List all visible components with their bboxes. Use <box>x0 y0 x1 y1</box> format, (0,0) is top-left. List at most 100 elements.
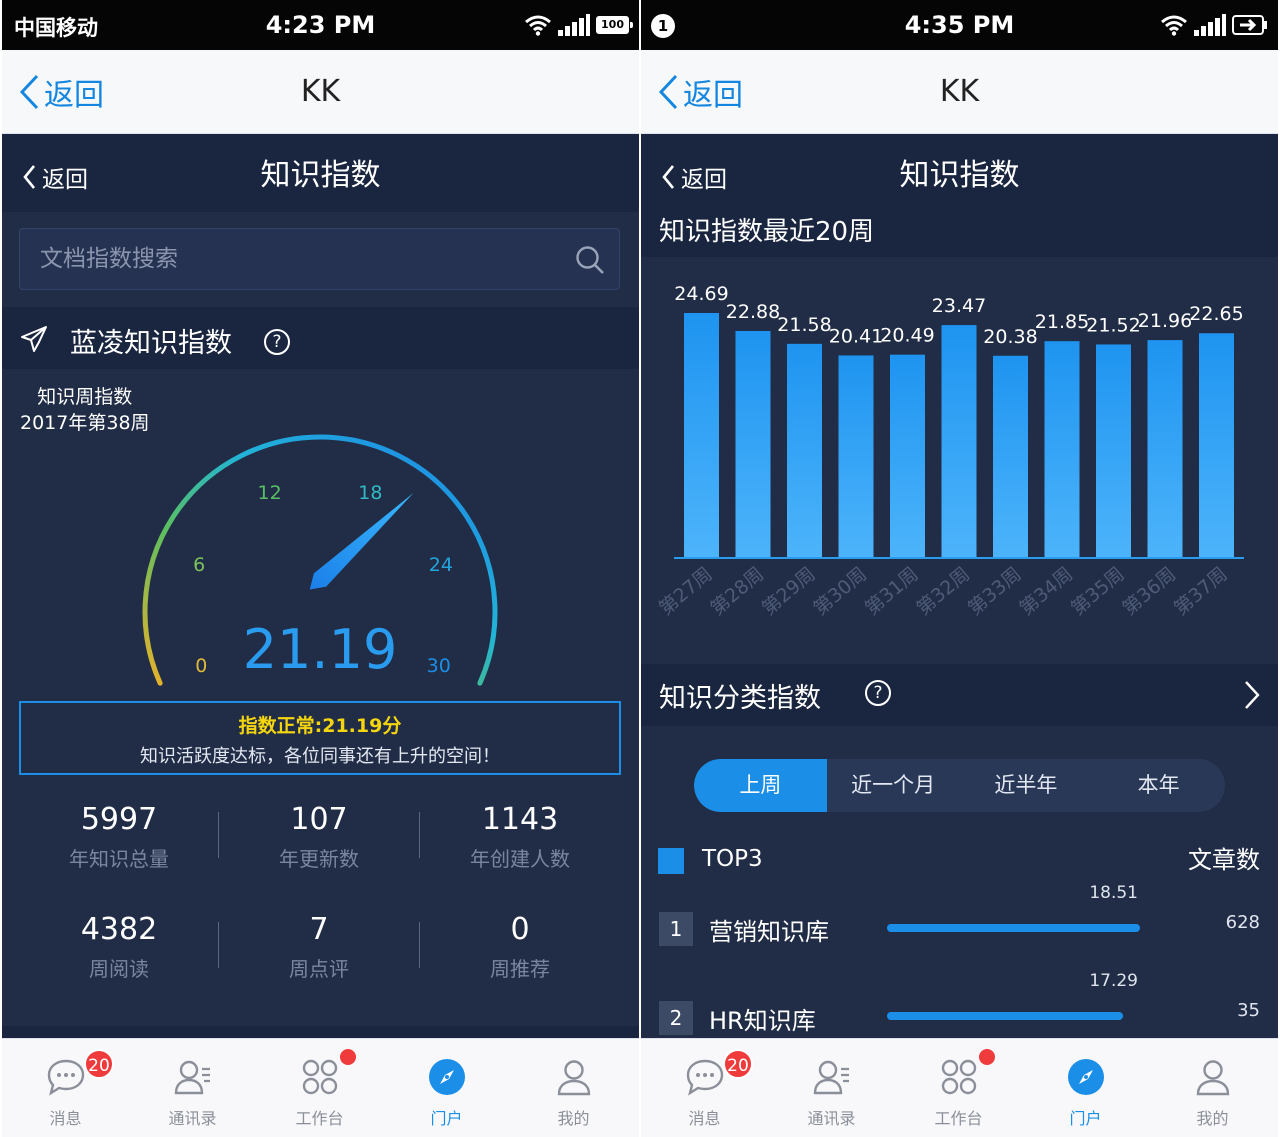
bar-value-label: 22.65 <box>1189 303 1243 325</box>
period-last-month[interactable]: 近一个月 <box>827 759 960 812</box>
gauge-tick-label: 6 <box>193 554 205 576</box>
stat-week-reads: 4382 周阅读 <box>19 912 219 982</box>
bar-value-label: 21.58 <box>777 314 831 336</box>
tab-contacts[interactable]: 通讯录 <box>768 1039 895 1137</box>
tab-profile[interactable]: 我的 <box>1149 1039 1276 1137</box>
rank-name[interactable]: 营销知识库 <box>709 912 829 947</box>
period-half-year[interactable]: 近半年 <box>960 759 1093 812</box>
bar-value-label: 20.41 <box>829 325 883 347</box>
tab-label: 我的 <box>1196 1109 1229 1128</box>
rank-score-bar <box>887 1012 1124 1020</box>
bar-value-label: 24.69 <box>674 283 728 305</box>
period-this-year[interactable]: 本年 <box>1092 759 1225 812</box>
chart-bar <box>1096 344 1131 558</box>
bar-category-label: 第29周 <box>758 563 820 620</box>
bar-value-label: 21.85 <box>1035 311 1089 333</box>
index-notice: 指数正常:21.19分 知识活跃度达标，各位同事还有上升的空间！ <box>19 701 621 775</box>
bottom-divider <box>2 1026 639 1038</box>
profile-icon <box>557 1060 591 1096</box>
tab-messages[interactable]: 20 消息 <box>641 1039 768 1137</box>
chart-bar <box>838 355 874 558</box>
nav-title: KK <box>300 74 341 109</box>
page-header: 返回 知识指数 <box>2 134 639 212</box>
status-bar: 1 4:35 PM <box>641 0 1278 50</box>
chevron-right-icon <box>1245 681 1260 709</box>
tab-label: 通讯录 <box>807 1109 856 1128</box>
chart-bar <box>993 355 1028 558</box>
page-title: 知识指数 <box>260 158 381 193</box>
stat-year-creators: 1143 年创建人数 <box>420 802 620 872</box>
tab-label: 工作台 <box>934 1109 983 1128</box>
period-last-week[interactable]: 上周 <box>694 759 827 812</box>
battery-icon: 100 <box>596 16 633 34</box>
top3-legend-swatch <box>658 848 684 874</box>
help-icon[interactable]: ? <box>264 329 290 355</box>
notification-dot <box>979 1049 995 1065</box>
wifi-icon <box>525 15 551 36</box>
battery-charging-icon <box>1232 15 1267 35</box>
bar-value-label: 20.38 <box>983 326 1037 348</box>
stat-label: 周阅读 <box>89 957 149 981</box>
stat-value: 4382 <box>80 912 158 947</box>
rank-number: 1 <box>659 912 693 946</box>
index-gauge: 0 6 12 18 24 30 21.19 <box>142 434 498 686</box>
stat-value: 1143 <box>481 802 559 837</box>
chart-bar <box>735 330 771 558</box>
tab-contacts[interactable]: 通讯录 <box>129 1039 256 1137</box>
tab-workbench[interactable]: 工作台 <box>895 1039 1022 1137</box>
tab-portal[interactable]: 门户 <box>383 1039 510 1137</box>
category-index-section[interactable]: 知识分类指数 ? <box>641 664 1278 726</box>
bar-value-label: 21.52 <box>1086 314 1140 336</box>
bar-category-label: 第37周 <box>1170 563 1232 620</box>
stat-value: 7 <box>309 912 329 947</box>
chart-bar <box>1199 333 1234 558</box>
gauge-needle <box>309 492 414 590</box>
message-badge: 20 <box>84 1049 114 1079</box>
bar-category-label: 第31周 <box>861 563 923 620</box>
chart-title: 知识指数最近20周 <box>641 207 1278 257</box>
bar-category-label: 第35周 <box>1067 563 1129 620</box>
bar-category-label: 第32周 <box>912 563 974 620</box>
stat-label: 周点评 <box>289 957 349 981</box>
status-bar: 中国移动 4:23 PM 100 <box>2 0 639 50</box>
category-title: 知识分类指数 <box>659 683 821 714</box>
top3-label: TOP3 <box>702 846 763 872</box>
notice-message: 知识活跃度达标，各位同事还有上升的空间！ <box>140 746 500 767</box>
rank-name[interactable]: HR知识库 <box>709 1001 816 1036</box>
rank-score: 17.29 <box>1089 971 1138 991</box>
message-badge: 20 <box>723 1049 753 1079</box>
tab-label: 消息 <box>49 1109 82 1128</box>
tab-bar: 20 消息 通讯录 工作台 门户 我的 <box>641 1038 1278 1137</box>
phone-left: 中国移动 4:23 PM 100 返回 KK 返回 知识指数 蓝凌知识指数 ? … <box>2 0 639 1137</box>
tab-portal[interactable]: 门户 <box>1022 1039 1149 1137</box>
chart-bar <box>890 354 925 558</box>
stat-year-total: 5997 年知识总量 <box>19 802 219 872</box>
gauge-tick-label: 18 <box>358 482 382 504</box>
knowledge-index-section: 蓝凌知识指数 ? <box>2 307 639 369</box>
bar-value-label: 20.49 <box>880 325 934 347</box>
tab-label: 我的 <box>557 1109 590 1128</box>
gauge-tick-label: 0 <box>195 655 207 677</box>
chart-bar <box>1044 341 1080 558</box>
tab-bar: 20 消息 通讯录 工作台 门户 我的 <box>2 1038 639 1137</box>
nav-bar: 返回 KK <box>2 50 639 134</box>
tab-messages[interactable]: 20 消息 <box>2 1039 129 1137</box>
page-header: 返回 知识指数 <box>641 134 1278 212</box>
article-count-header: 文章数 <box>1188 846 1260 874</box>
bar-category-label: 第27周 <box>655 563 717 620</box>
weekly-index-bar-chart: 24.69 第27周 22.88 第28周 21.58 第29周 20.41 第30周 20.4… <box>655 283 1244 620</box>
stat-value: 107 <box>290 802 348 837</box>
bar-value-label: 23.47 <box>932 295 986 317</box>
page-title: 知识指数 <box>899 158 1020 193</box>
search-icon[interactable] <box>575 245 605 275</box>
contacts-icon <box>813 1060 849 1095</box>
stat-label: 年更新数 <box>279 847 359 871</box>
rank-score-bar <box>887 924 1140 932</box>
airplane-icon <box>21 326 47 352</box>
search-input[interactable] <box>20 229 560 289</box>
help-icon[interactable]: ? <box>865 680 891 706</box>
tab-profile[interactable]: 我的 <box>510 1039 637 1137</box>
gauge-tick-label: 24 <box>429 554 453 576</box>
chart-bar <box>1147 340 1183 558</box>
tab-workbench[interactable]: 工作台 <box>256 1039 383 1137</box>
